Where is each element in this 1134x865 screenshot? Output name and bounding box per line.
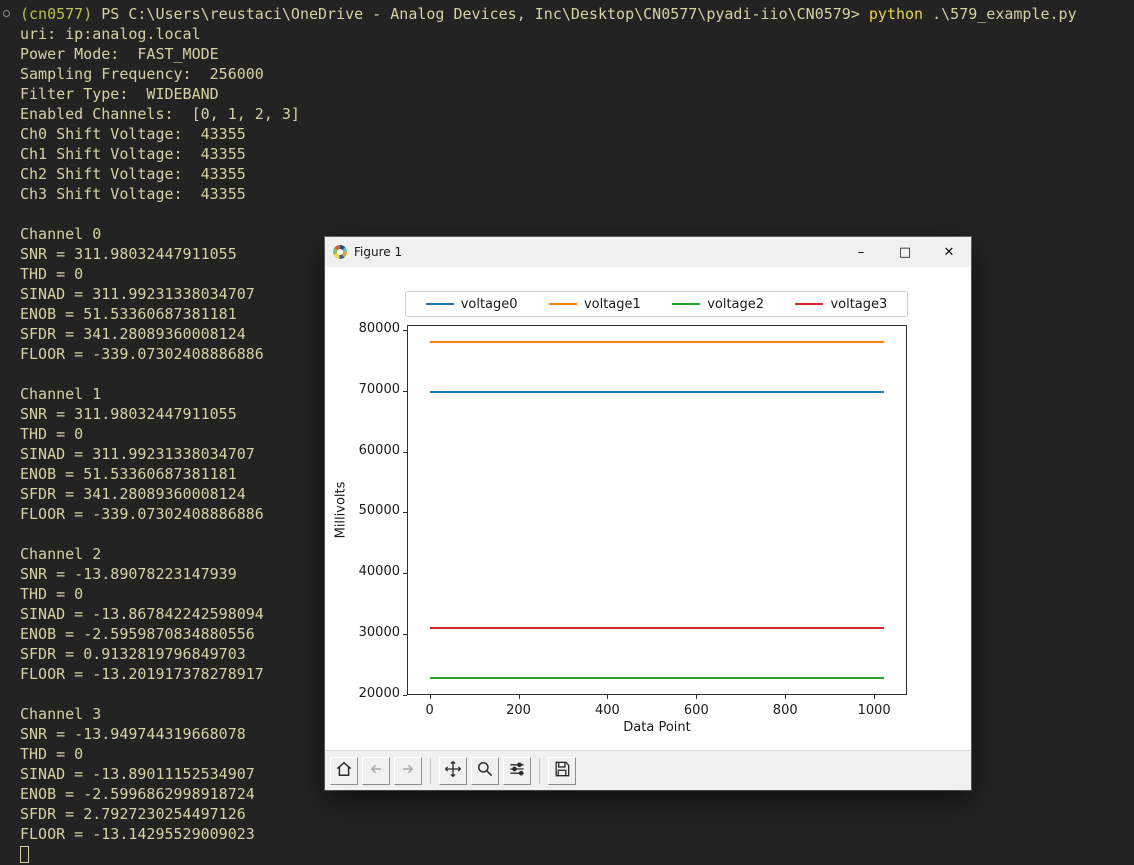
toolbar-separator [539, 757, 540, 784]
figure-window: Figure 1 – □ ✕ voltage0 voltage1 voltage2 v… [325, 237, 971, 790]
minimize-button[interactable]: – [839, 237, 883, 267]
series-line-voltage2 [429, 677, 885, 680]
figure-canvas[interactable]: voltage0 voltage1 voltage2 voltage3 Millivo… [325, 267, 969, 750]
configure-subplots-button[interactable] [503, 756, 531, 785]
legend-item-voltage3: voltage3 [795, 297, 887, 312]
x-tick-label: 1000 [857, 703, 891, 718]
pan-button[interactable] [439, 756, 467, 785]
terminal-cursor-line [20, 844, 1134, 864]
x-axis-label: Data Point [623, 720, 691, 735]
x-tick-label: 600 [683, 703, 709, 718]
y-tick-mark [403, 512, 407, 514]
command-decoration-dot [3, 10, 10, 17]
command-argument: .\579_example.py [932, 5, 1077, 23]
save-icon [552, 759, 572, 783]
pan-icon [443, 759, 463, 783]
y-tick-label: 80000 [358, 321, 400, 337]
zoom-button[interactable] [471, 756, 499, 785]
y-tick-label: 20000 [358, 685, 400, 701]
x-tick-label: 800 [772, 703, 798, 718]
terminal-output-line: Ch2 Shift Voltage: 43355 [20, 165, 246, 183]
back-button[interactable] [362, 756, 390, 785]
legend-label: voltage1 [583, 296, 641, 312]
terminal-output-line: Power Mode: FAST_MODE [20, 45, 219, 63]
plot-area[interactable] [407, 325, 907, 695]
terminal-output-line: Ch3 Shift Voltage: 43355 [20, 185, 246, 203]
y-tick-label: 70000 [358, 381, 400, 397]
x-tick-label: 400 [595, 703, 620, 718]
legend-label: voltage0 [460, 296, 518, 312]
legend-label: voltage2 [707, 296, 765, 312]
close-button[interactable]: ✕ [927, 237, 971, 267]
terminal-output-line: Enabled Channels: [0, 1, 2, 3] [20, 105, 300, 123]
terminal-output-line: Ch0 Shift Voltage: 43355 [20, 125, 246, 143]
x-tick-mark [696, 695, 698, 699]
conda-env-prefix: (cn0577) [20, 5, 93, 23]
desktop: (cn0577) PS C:\Users\reustaci\OneDrive -… [0, 0, 1134, 865]
legend-line-swatch [425, 303, 454, 305]
forward-icon [398, 759, 418, 783]
x-tick-mark [785, 695, 787, 699]
y-tick-label: 40000 [358, 564, 400, 580]
x-tick-label: 0 [425, 703, 434, 718]
x-tick-label: 200 [506, 703, 531, 718]
maximize-button[interactable]: □ [883, 237, 927, 267]
y-tick-label: 50000 [358, 503, 400, 519]
series-line-voltage1 [429, 340, 885, 343]
zoom-icon [475, 759, 495, 783]
y-tick-mark [403, 633, 407, 635]
terminal-output-line: Sampling Frequency: 256000 [20, 65, 264, 83]
series-line-voltage0 [429, 390, 885, 393]
legend-item-voltage2: voltage2 [672, 297, 764, 312]
matplotlib-icon [333, 245, 347, 259]
prompt-path: PS C:\Users\reustaci\OneDrive - Analog D… [101, 5, 860, 23]
legend-item-voltage1: voltage1 [548, 296, 641, 312]
y-tick-label: 30000 [358, 624, 400, 640]
terminal-output-line: SFDR = 2.7927230254497126 [20, 805, 246, 823]
figure-toolbar [325, 750, 971, 790]
y-tick-mark [403, 330, 407, 332]
home-button[interactable] [330, 756, 358, 785]
terminal-output-line: uri: ip:analog.local [20, 25, 201, 43]
figure-titlebar[interactable]: Figure 1 – □ ✕ [325, 237, 971, 267]
back-icon [366, 759, 386, 783]
toolbar-separator [430, 757, 431, 784]
terminal-cursor [20, 846, 29, 863]
command-text: python [868, 5, 924, 23]
legend-line-swatch [795, 303, 824, 305]
y-tick-mark [403, 451, 407, 453]
y-tick-mark [403, 694, 407, 696]
legend-item-voltage0: voltage0 [425, 296, 518, 312]
legend-line-swatch [672, 303, 701, 305]
legend-label: voltage3 [830, 296, 888, 312]
x-tick-mark [429, 695, 431, 699]
terminal-output-line: FLOOR = -13.14295529009023 [20, 825, 255, 843]
series-line-voltage3 [429, 627, 885, 630]
window-controls: – □ ✕ [839, 237, 971, 267]
y-tick-label: 60000 [358, 442, 400, 458]
terminal-output-line: Filter Type: WIDEBAND [20, 85, 219, 103]
x-tick-mark [518, 695, 520, 699]
window-title: Figure 1 [354, 245, 403, 259]
y-tick-mark [403, 390, 407, 392]
y-tick-mark [403, 573, 407, 575]
forward-button[interactable] [394, 756, 422, 785]
terminal-output-line: Ch1 Shift Voltage: 43355 [20, 145, 246, 163]
legend-line-swatch [548, 303, 577, 305]
save-button[interactable] [548, 756, 576, 785]
x-tick-mark [874, 695, 876, 699]
terminal-prompt-line: (cn0577) PS C:\Users\reustaci\OneDrive -… [20, 4, 1134, 24]
home-icon [334, 759, 354, 783]
x-tick-mark [607, 695, 609, 699]
configure-subplots-icon [507, 759, 527, 783]
chart-legend: voltage0 voltage1 voltage2 voltage3 [405, 291, 908, 317]
